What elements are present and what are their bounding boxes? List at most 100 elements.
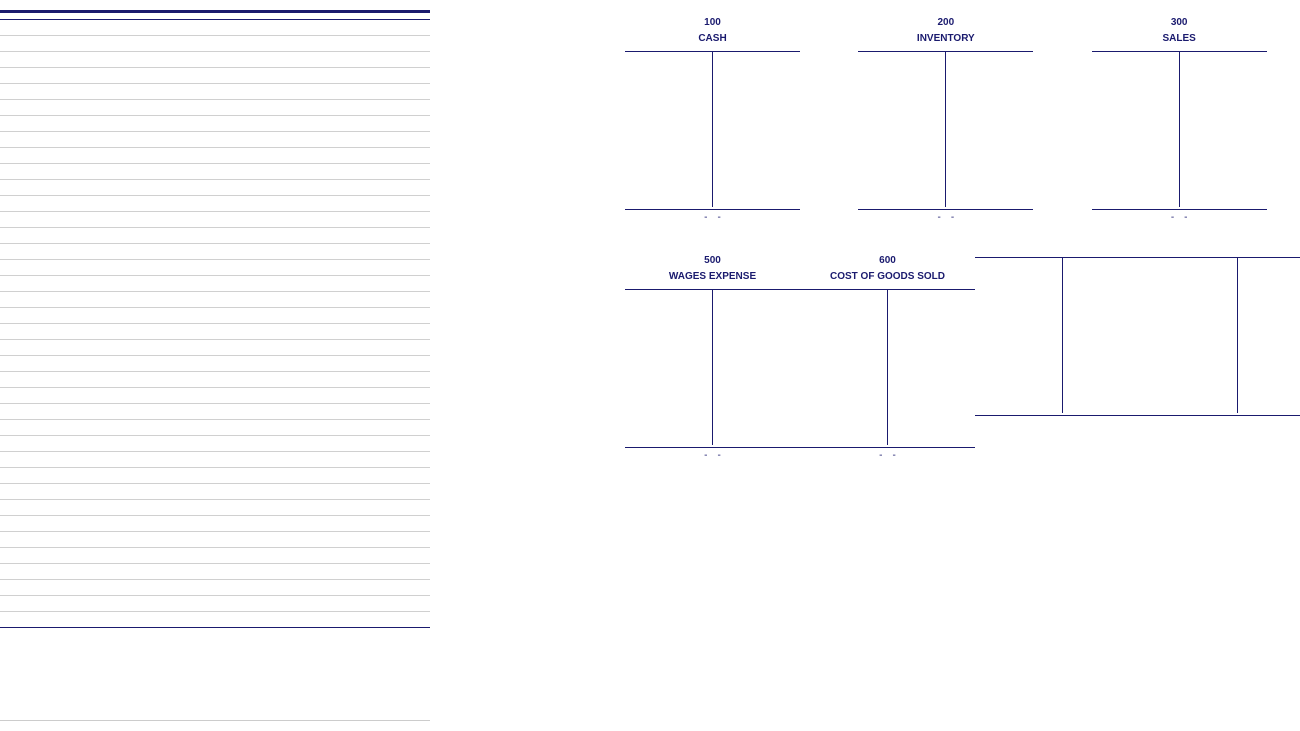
t-credit-side	[1180, 52, 1267, 207]
table-row	[0, 548, 430, 564]
t-debit-side	[1150, 258, 1238, 413]
table-row	[0, 580, 430, 596]
t-account-gl-number: 500	[669, 253, 756, 269]
table-row	[0, 516, 430, 532]
t-credit-side	[1238, 258, 1300, 413]
col-gl	[0, 13, 42, 20]
t-account-header: 500WAGES EXPENSE	[669, 253, 756, 285]
table-row	[0, 68, 430, 84]
t-debit-total: -	[625, 209, 713, 223]
t-account-header: 100CASH	[698, 15, 726, 47]
t-debit-side	[625, 52, 713, 207]
table-row	[0, 196, 430, 212]
t-accounts-row2: 500WAGES EXPENSE--600COST OF GOODS SOLD-…	[450, 253, 1300, 461]
journal-table	[0, 10, 430, 721]
t-totals: --	[1092, 209, 1267, 223]
t-account-gl-number: 600	[830, 253, 945, 269]
t-totals: --	[625, 209, 800, 223]
t-debit-total: -	[625, 447, 713, 461]
t-account-gl-desc: COST OF GOODS SOLD	[830, 269, 945, 285]
t-debit-side	[1092, 52, 1180, 207]
t-shape	[858, 51, 1033, 207]
t-totals: --	[625, 447, 800, 461]
t-account: 600COST OF GOODS SOLD --	[800, 253, 975, 461]
t-credit-side	[946, 52, 1033, 207]
t-credit-side	[713, 52, 800, 207]
table-row	[0, 276, 430, 292]
t-account-gl-desc: SALES	[1162, 31, 1195, 47]
t-account-header: 300SALES	[1162, 15, 1195, 47]
table-row	[0, 356, 430, 372]
t-debit-side	[975, 258, 1063, 413]
table-row	[0, 100, 430, 116]
table-row	[0, 84, 430, 100]
t-totals	[1150, 415, 1300, 418]
t-accounts-row1: 100CASH--200INVENTORY--300SALES--400WAGE…	[450, 15, 1300, 223]
table-row	[0, 148, 430, 164]
table-row	[0, 36, 430, 52]
t-account-header: 200INVENTORY	[917, 15, 975, 47]
t-account-header: 600COST OF GOODS SOLD	[830, 253, 945, 285]
t-accounts-area: 100CASH--200INVENTORY--300SALES--400WAGE…	[430, 10, 1300, 721]
t-account-gl-desc: INVENTORY	[917, 31, 975, 47]
table-row	[0, 244, 430, 260]
t-debit-side	[858, 52, 946, 207]
table-row	[0, 116, 430, 132]
table-row	[0, 420, 430, 436]
t-shape	[800, 289, 975, 445]
table-row	[0, 404, 430, 420]
t-totals: --	[858, 209, 1033, 223]
t-debit-side	[625, 290, 713, 445]
table-row	[0, 452, 430, 468]
page-container: 100CASH--200INVENTORY--300SALES--400WAGE…	[0, 0, 1300, 731]
table-row	[0, 468, 430, 484]
t-account-gl-desc: WAGES EXPENSE	[669, 269, 756, 285]
t-account-gl-number: 100	[698, 15, 726, 31]
t-credit-total: -	[713, 447, 801, 461]
table-row	[0, 132, 430, 148]
t-shape	[625, 51, 800, 207]
t-debit-total: -	[1092, 209, 1180, 223]
col-credit	[257, 13, 336, 20]
t-account-gl-number: 200	[917, 15, 975, 31]
table-row	[0, 212, 430, 228]
t-credit-side	[888, 290, 975, 445]
t-account	[1150, 253, 1300, 461]
t-debit-total: -	[858, 209, 946, 223]
table-row	[0, 180, 430, 196]
gl-header-block	[450, 15, 625, 223]
t-credit-total: -	[946, 209, 1034, 223]
table-row	[0, 20, 430, 36]
t-totals: --	[800, 447, 975, 461]
t-credit-total: -	[713, 209, 801, 223]
t-shape	[975, 257, 1150, 413]
table-row	[0, 532, 430, 548]
t-credit-side	[1063, 258, 1150, 413]
table-row	[0, 596, 430, 612]
t-account-gl-desc: CASH	[698, 31, 726, 47]
t-totals	[975, 415, 1150, 418]
t-credit-total: -	[1179, 209, 1267, 223]
table-row	[0, 324, 430, 340]
table-row	[0, 292, 430, 308]
t-account: 100CASH --	[625, 15, 800, 223]
t-account: 300SALES --	[1092, 15, 1267, 223]
table-row	[0, 564, 430, 580]
table-row	[0, 308, 430, 324]
table-row	[0, 164, 430, 180]
table-row	[0, 436, 430, 452]
table-row	[0, 260, 430, 276]
t-account-gl-number: 300	[1162, 15, 1195, 31]
col-reference	[336, 13, 430, 20]
t-debit-side	[800, 290, 888, 445]
table-row	[0, 372, 430, 388]
t-shape	[625, 289, 800, 445]
col-debit	[178, 13, 257, 20]
t-debit-total: -	[800, 447, 888, 461]
t-account: 500WAGES EXPENSE --	[625, 253, 800, 461]
t-debit-total	[975, 415, 1063, 418]
t-credit-total	[1238, 415, 1300, 418]
table-row	[0, 484, 430, 500]
table-row	[0, 228, 430, 244]
t-credit-side	[713, 290, 800, 445]
